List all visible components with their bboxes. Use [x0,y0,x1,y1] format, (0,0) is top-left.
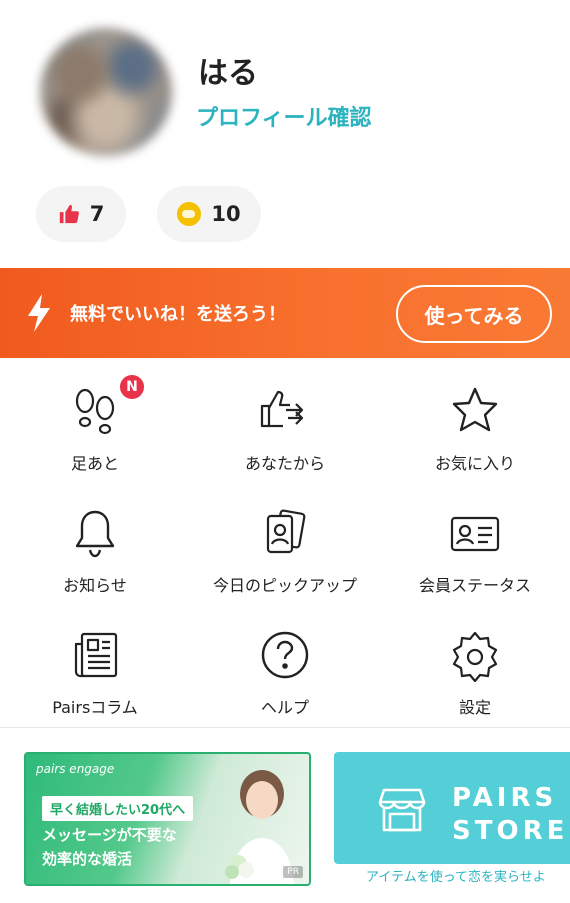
likes-count-button[interactable]: 7 [36,186,126,242]
menu-label: あなたから [244,454,325,473]
menu-item-column[interactable]: Pairsコラム [0,604,190,726]
points-count-button[interactable]: 10 [157,186,261,242]
profile-header: はる プロフィール確認 7 10 [0,0,570,265]
profile-name: はる [198,56,258,91]
menu-item-help[interactable]: ヘルプ [190,604,380,726]
menu-grid: 足あと N あなたから お気に入り お知らせ 今日のピックアップ 会員ステータス… [0,360,570,726]
menu-label: ヘルプ [260,698,309,717]
menu-label: 設定 [458,698,491,717]
star-icon [452,387,498,432]
menu-item-footprints[interactable]: 足あと N [0,360,190,482]
question-circle-icon [261,631,309,679]
points-count: 10 [211,202,241,226]
avatar[interactable] [40,28,172,156]
menu-label: Pairsコラム [52,698,138,717]
pairs-store-banner[interactable]: PAIRS STORE [334,752,570,864]
menu-label: お知らせ [63,576,127,595]
menu-label: 会員ステータス [418,576,531,595]
store-title-line1: PAIRS [452,783,558,813]
promo-text: 無料でいいね！を送ろう！ [70,304,286,325]
lightning-icon [28,294,50,332]
profile-cards-icon [266,509,306,554]
bell-icon [75,510,115,558]
store-caption: アイテムを使って恋を実らせよ [366,870,546,885]
menu-item-membership[interactable]: 会員ステータス [380,482,570,604]
menu-item-from-you[interactable]: あなたから [190,360,380,482]
menu-item-settings[interactable]: 設定 [380,604,570,726]
menu-label: 今日のピックアップ [212,576,357,595]
newspaper-icon [74,632,118,678]
menu-label: 足あと [70,454,119,473]
ad-headline-line2: 効率的な婚活 [42,850,133,868]
id-card-icon [450,516,500,552]
pr-label: PR [283,866,303,878]
coin-icon [177,202,202,226]
ad-headline-line1: メッセージが不要な [42,826,177,844]
pairs-engage-ad[interactable]: pairs engage 早く結婚したい20代へ メッセージが不要な 効率的な婚… [24,752,311,886]
likes-count: 7 [89,202,105,226]
store-title: PAIRS STORE [452,782,568,848]
pairs-engage-logo: pairs engage [36,762,115,776]
ad-tagline: 早く結婚したい20代へ [42,796,194,821]
store-icon [378,788,426,832]
menu-label: お気に入り [434,454,515,473]
menu-item-notifications[interactable]: お知らせ [0,482,190,604]
profile-check-link[interactable]: プロフィール確認 [196,100,372,132]
footprints-icon [75,388,115,435]
thumbs-up-icon [59,204,79,224]
new-badge: N [118,373,146,401]
thumbs-up-send-icon [260,390,304,428]
menu-item-favorites[interactable]: お気に入り [380,360,570,482]
try-it-button[interactable]: 使ってみる [396,285,552,343]
menu-item-todays-pickup[interactable]: 今日のピックアップ [190,482,380,604]
store-title-line2: STORE [452,816,569,846]
divider [0,727,570,728]
gear-icon [452,631,498,682]
